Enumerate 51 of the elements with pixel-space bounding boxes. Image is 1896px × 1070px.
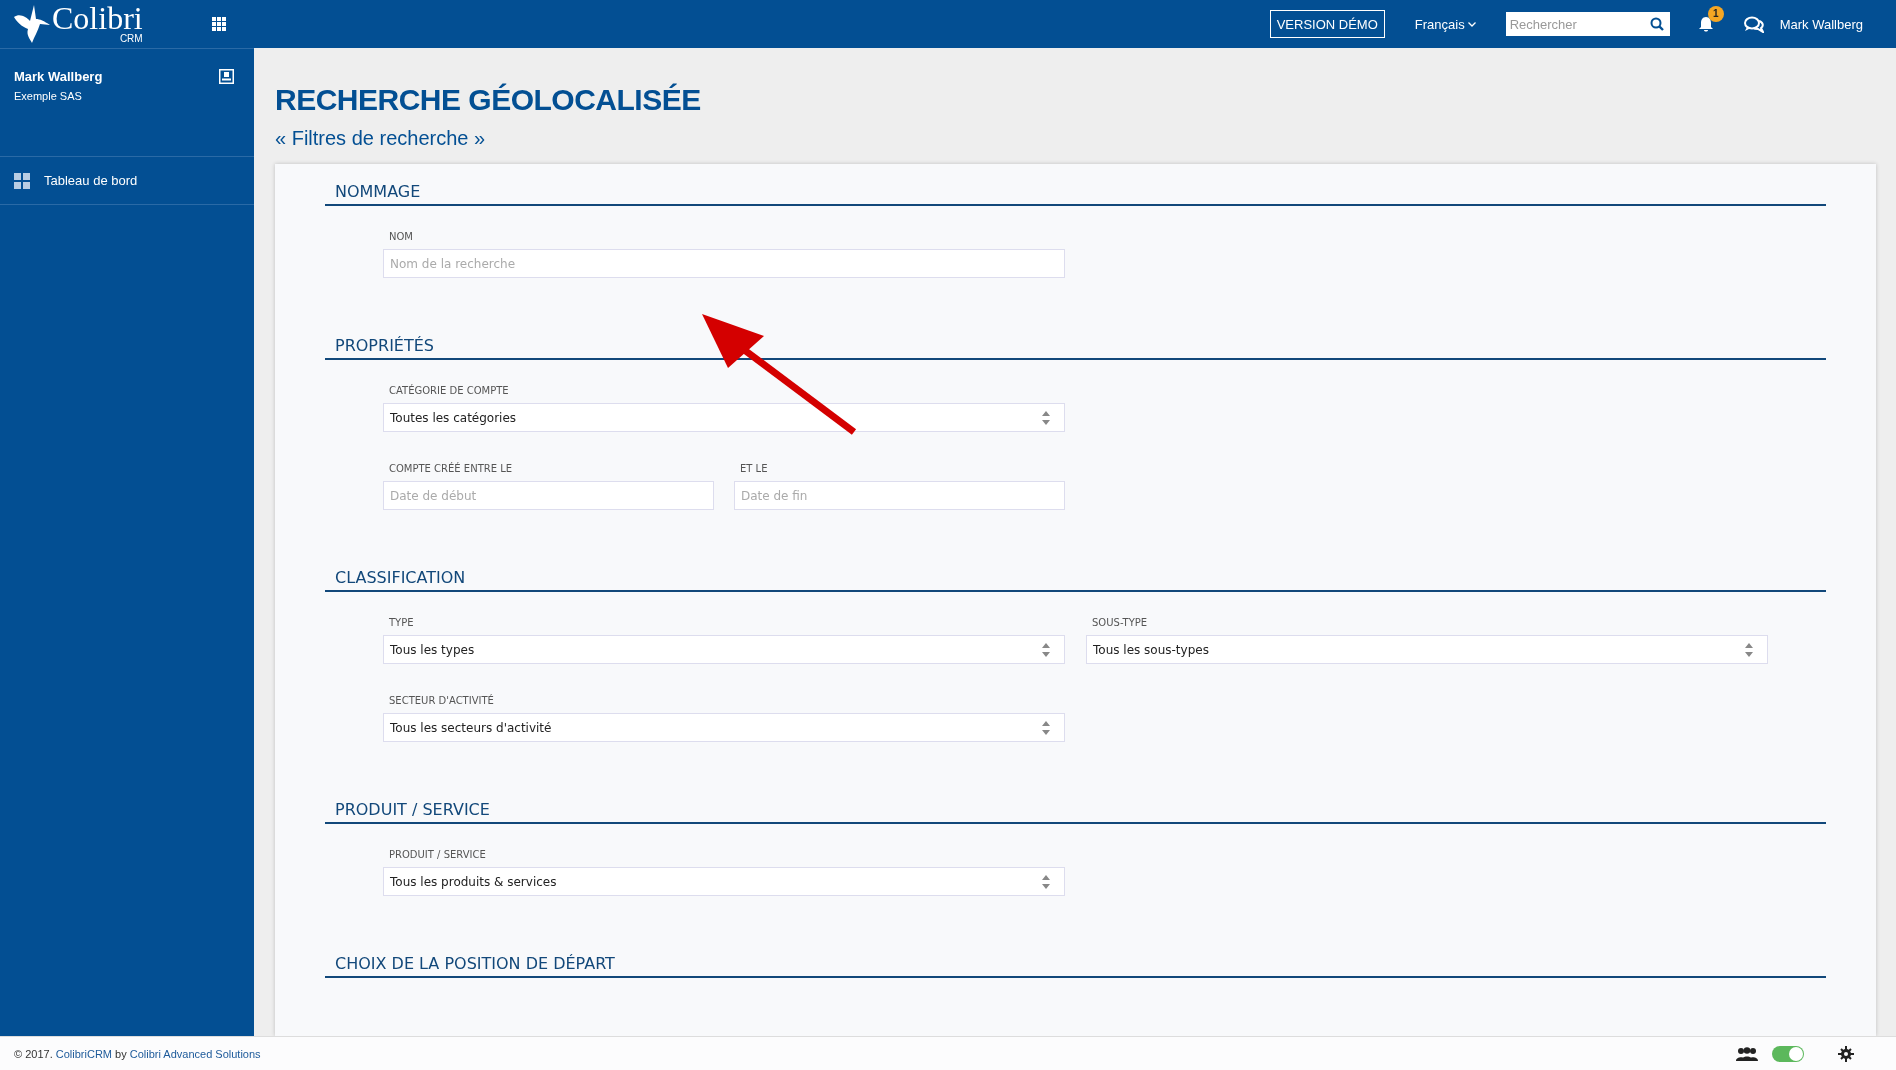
field-label: NOM xyxy=(388,231,414,242)
sidebar-user-name: Mark Wallberg xyxy=(14,69,103,84)
field-label: TYPE xyxy=(388,617,415,628)
language-dropdown[interactable]: Français xyxy=(1414,16,1476,32)
select-field[interactable]: Toutes les catégories xyxy=(383,403,1065,432)
sort-arrows-icon xyxy=(1042,720,1050,735)
profile-card-icon[interactable] xyxy=(219,69,234,84)
company-link[interactable]: Colibri Advanced Solutions xyxy=(129,1047,261,1060)
sidebar-item-label: Tableau de bord xyxy=(44,173,138,188)
select-field[interactable]: Tous les produits & services xyxy=(383,867,1065,896)
toggle-switch[interactable] xyxy=(1772,1045,1804,1062)
section-heading: CHOIX DE LA POSITION DE DÉPART xyxy=(325,954,1826,978)
chat-bubbles-icon[interactable] xyxy=(1743,15,1764,33)
field-label: COMPTE CRÉÉ ENTRE LE xyxy=(388,463,514,474)
select-field[interactable]: Tous les types xyxy=(383,635,1065,664)
text-field[interactable]: Nom de la recherche xyxy=(383,249,1065,278)
search-field[interactable]: Rechercher xyxy=(1505,12,1670,36)
users-group-icon[interactable] xyxy=(1736,1046,1758,1061)
date-field[interactable]: Date de fin xyxy=(734,481,1065,510)
settings-icon[interactable] xyxy=(1838,1045,1854,1062)
sidebar-company: Exemple SAS xyxy=(14,90,83,102)
section-heading: NOMMAGE xyxy=(325,182,1826,206)
logo-subtitle: CRM xyxy=(119,33,143,45)
dashboard-grid-icon xyxy=(14,172,30,189)
field-label: SOUS-TYPE xyxy=(1091,617,1149,628)
page-title: RECHERCHE GÉOLOCALISÉE xyxy=(275,82,702,118)
select-field[interactable]: Tous les sous-types xyxy=(1086,635,1768,664)
logo-text: Colibri xyxy=(52,3,143,33)
section-heading: CLASSIFICATION xyxy=(325,568,1826,592)
field-label: PRODUIT / SERVICE xyxy=(388,849,487,860)
demo-version-button[interactable]: VERSION DÉMO xyxy=(1269,10,1385,38)
bell-icon[interactable] xyxy=(1697,15,1714,33)
chevron-down-icon xyxy=(1467,21,1476,27)
notification-badge: 1 xyxy=(1707,5,1724,22)
section-heading: PRODUIT / SERVICE xyxy=(325,800,1826,824)
sort-arrows-icon xyxy=(1042,410,1050,425)
select-field[interactable]: Tous les secteurs d'activité xyxy=(383,713,1065,742)
field-label: SECTEUR D'ACTIVITÉ xyxy=(388,695,495,706)
search-icon[interactable] xyxy=(1649,17,1664,31)
page-subtitle: « Filtres de recherche » xyxy=(275,127,487,150)
sort-arrows-icon xyxy=(1042,642,1050,657)
sort-arrows-icon xyxy=(1745,642,1753,657)
user-name[interactable]: Mark Wallberg xyxy=(1779,16,1863,32)
product-link[interactable]: ColibriCRM xyxy=(55,1047,112,1060)
field-label: ET LE xyxy=(739,463,769,474)
sort-arrows-icon xyxy=(1042,874,1050,889)
copyright-text: © 2017. ColibriCRM by Colibri Advanced Solutions xyxy=(14,1047,261,1060)
field-label: CATÉGORIE DE COMPTE xyxy=(388,385,510,396)
apps-grid-icon[interactable] xyxy=(212,16,227,32)
sidebar-item[interactable]: Tableau de bord xyxy=(0,157,254,205)
date-field[interactable]: Date de début xyxy=(383,481,714,510)
